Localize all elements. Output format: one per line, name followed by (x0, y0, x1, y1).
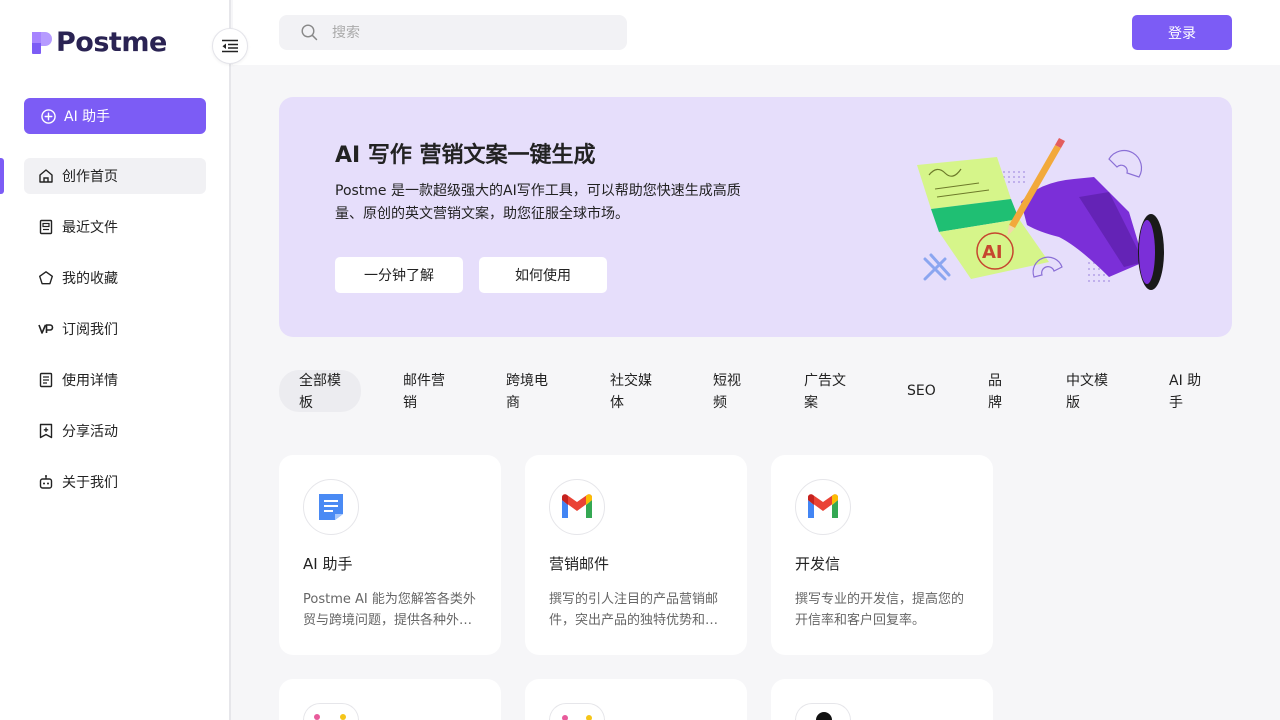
tab-short-video[interactable]: 短视 频 (713, 370, 741, 414)
collapse-menu-icon (221, 39, 239, 53)
sidebar-item-label: 分享活动 (62, 424, 118, 440)
ai-assistant-button[interactable]: AI 助手 (24, 98, 206, 134)
active-indicator (0, 158, 4, 194)
tab-label-line: 频 (713, 395, 727, 411)
tab-label-line: 板 (299, 395, 313, 411)
sidebar-item-recent[interactable]: 最近文件 (24, 209, 206, 245)
sidebar-item-subscribe[interactable]: 订阅我们 (24, 311, 206, 347)
sidebar-item-favorites[interactable]: 我的收藏 (24, 260, 206, 296)
card-title: 开发信 (795, 555, 841, 573)
tab-all-templates[interactable]: 全部模 板 (279, 370, 361, 412)
tab-label-line: AI 助 (1169, 373, 1202, 389)
sidebar-item-about[interactable]: 关于我们 (24, 464, 206, 500)
login-button[interactable]: 登录 (1132, 15, 1232, 50)
pentagon-icon (38, 270, 54, 286)
tab-label-line: 全部模 (299, 373, 341, 389)
sidebar: Postme AI 助手 创作首页 最近文件 我的收藏 订阅我们 使用详情 分享… (0, 0, 231, 720)
tab-label-line: 案 (804, 395, 818, 411)
robot-icon (38, 474, 54, 490)
search-input[interactable] (332, 24, 592, 41)
tab-label-line: 商 (506, 395, 520, 411)
card-title: 营销邮件 (549, 555, 610, 573)
card-icon-partial (795, 703, 851, 720)
tab-label-line: 销 (403, 395, 417, 411)
sidebar-item-usage[interactable]: 使用详情 (24, 362, 206, 398)
home-icon (38, 168, 54, 184)
ai-assistant-label: AI 助手 (64, 109, 111, 125)
logo[interactable]: Postme (32, 27, 167, 58)
how-to-use-button[interactable]: 如何使用 (479, 257, 607, 293)
tab-label-line: 品 (988, 373, 1002, 389)
logo-mark-icon (32, 31, 52, 54)
card-description: 撰写的引人注目的产品营销邮件，突出产品的独特优势和卖点。 (549, 592, 719, 628)
sidebar-item-label: 最近文件 (62, 220, 118, 236)
tab-cross-border-ecommerce[interactable]: 跨境电 商 (506, 370, 548, 414)
tab-label-line: 版 (1066, 395, 1080, 411)
template-card-cold-email[interactable]: 开发信 撰写专业的开发信，提高您的开信率和客户回复率。 (771, 455, 993, 655)
banner-title: AI 写作 营销文案一键生成 (335, 143, 596, 168)
sidebar-item-share[interactable]: 分享活动 (24, 413, 206, 449)
logo-text: Postme (56, 27, 167, 58)
category-tabs: 全部模 板 邮件营 销 跨境电 商 社交媒 体 短视 频 广告文 案 SEO 品… (279, 370, 1232, 412)
plus-circle-icon (41, 108, 56, 124)
tab-chinese-templates[interactable]: 中文模 版 (1066, 370, 1108, 414)
top-bar: 登录 (233, 0, 1280, 65)
sidebar-nav: 创作首页 最近文件 我的收藏 订阅我们 使用详情 分享活动 关于我们 (24, 158, 206, 515)
tab-label-line: 社交媒 (610, 373, 652, 389)
tab-email-marketing[interactable]: 邮件营 销 (403, 370, 445, 414)
template-card[interactable] (279, 679, 501, 720)
tab-label-line: 邮件营 (403, 373, 445, 389)
template-card[interactable] (525, 679, 747, 720)
tab-ad-copy[interactable]: 广告文 案 (804, 370, 846, 414)
card-title: AI 助手 (303, 555, 353, 573)
sidebar-item-label: 订阅我们 (62, 322, 118, 338)
card-icon-partial (549, 703, 605, 720)
share-plus-icon (38, 423, 54, 439)
sidebar-item-label: 使用详情 (62, 373, 118, 389)
template-card[interactable] (771, 679, 993, 720)
search-icon (301, 24, 318, 41)
gmail-icon (795, 479, 851, 535)
art-ai-label: AI (982, 242, 1003, 263)
tab-social-media[interactable]: 社交媒 体 (610, 370, 652, 414)
doc-blue-icon (303, 479, 359, 535)
template-card-ai-assistant[interactable]: AI 助手 Postme AI 能为您解答各类外贸与跨境问题，提供各种外贸与跨境… (279, 455, 501, 655)
gmail-icon (549, 479, 605, 535)
intro-video-button[interactable]: 一分钟了解 (335, 257, 463, 293)
card-description: 撰写专业的开发信，提高您的开信率和客户回复率。 (795, 592, 965, 628)
tab-label-line: 广告文 (804, 373, 846, 389)
tab-brand[interactable]: 品 牌 (988, 370, 1002, 414)
sidebar-item-label: 创作首页 (62, 169, 118, 185)
sidebar-item-label: 关于我们 (62, 475, 118, 491)
banner-description: Postme 是一款超级强大的AI写作工具，可以帮助您快速生成高质量、原创的英文… (335, 183, 741, 222)
tab-label-line: 短视 (713, 373, 741, 389)
card-icon-partial (303, 703, 359, 720)
hero-banner: AI 写作 营销文案一键生成 Postme 是一款超级强大的AI写作工具，可以帮… (279, 97, 1232, 337)
sidebar-item-home[interactable]: 创作首页 (24, 158, 206, 194)
tab-seo[interactable]: SEO (907, 380, 936, 402)
tab-label-line: SEO (907, 383, 936, 399)
tab-ai-assistant[interactable]: AI 助 手 (1169, 370, 1201, 414)
tab-label-line: 牌 (988, 395, 1002, 411)
tab-label-line: 手 (1169, 395, 1183, 411)
tab-label-line: 中文模 (1066, 373, 1108, 389)
document-icon (38, 219, 54, 235)
sidebar-item-label: 我的收藏 (62, 271, 118, 287)
list-icon (38, 372, 54, 388)
ai-writing-illustration: AI (909, 137, 1179, 302)
tab-label-line: 跨境电 (506, 373, 548, 389)
tab-label-line: 体 (610, 395, 624, 411)
vip-icon (38, 321, 54, 337)
search-box[interactable] (279, 15, 627, 50)
template-card-marketing-email[interactable]: 营销邮件 撰写的引人注目的产品营销邮件，突出产品的独特优势和卖点。 (525, 455, 747, 655)
sidebar-collapse-button[interactable] (212, 28, 248, 64)
card-description: Postme AI 能为您解答各类外贸与跨境问题，提供各种外贸与跨境业务相关的帮… (303, 592, 476, 628)
